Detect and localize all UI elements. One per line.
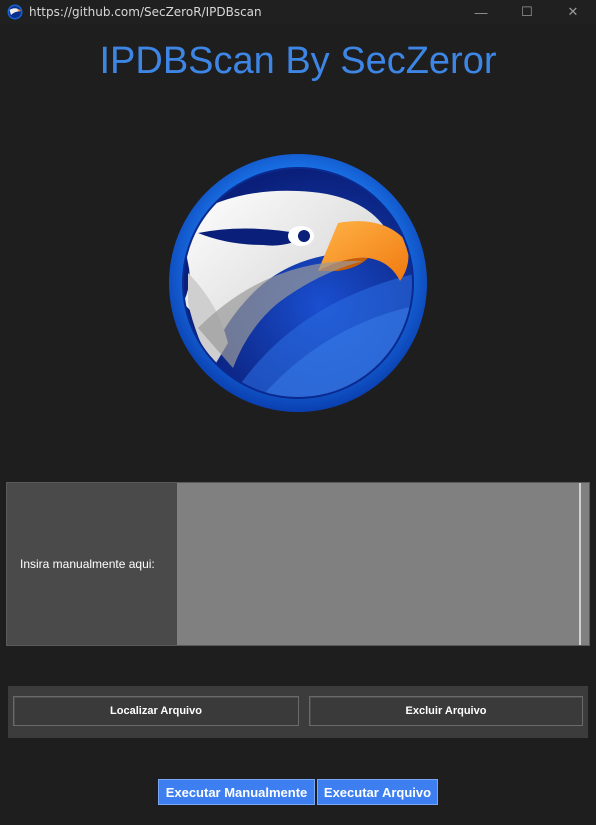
app-window: https://github.com/SecZeroR/IPDBscan — ☐… bbox=[0, 0, 596, 825]
maximize-button[interactable]: ☐ bbox=[504, 0, 550, 24]
manual-input-label-box: Insira manualmente aqui: bbox=[7, 483, 177, 645]
manual-input-label: Insira manualmente aqui: bbox=[20, 557, 155, 571]
close-button[interactable]: ✕ bbox=[550, 0, 596, 24]
manual-input-scrollbar[interactable] bbox=[579, 483, 581, 645]
delete-file-button[interactable]: Excluir Arquivo bbox=[309, 696, 583, 726]
manual-input-field[interactable] bbox=[177, 483, 579, 645]
minimize-button[interactable]: — bbox=[458, 0, 504, 24]
page-title: IPDBScan By SecZeror bbox=[99, 40, 497, 82]
run-manual-button[interactable]: Executar Manualmente bbox=[158, 779, 315, 805]
window-title: https://github.com/SecZeroR/IPDBscan bbox=[29, 5, 262, 19]
locate-file-button[interactable]: Localizar Arquivo bbox=[13, 696, 299, 726]
manual-input-panel: Insira manualmente aqui: bbox=[6, 482, 590, 646]
title-bar[interactable]: https://github.com/SecZeroR/IPDBscan — ☐… bbox=[0, 0, 596, 24]
run-file-button[interactable]: Executar Arquivo bbox=[317, 779, 438, 805]
eagle-logo-icon bbox=[169, 154, 427, 412]
app-eagle-icon bbox=[7, 4, 23, 20]
window-controls: — ☐ ✕ bbox=[458, 0, 596, 24]
file-actions-panel: Localizar Arquivo Excluir Arquivo bbox=[8, 686, 588, 738]
